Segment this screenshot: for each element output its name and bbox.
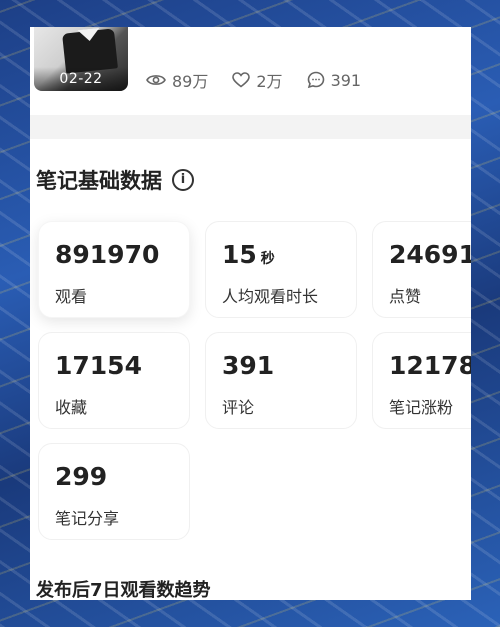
note-summary[interactable]: 02-22 89万 2万 391 [30,27,471,115]
metric-value: 299 [55,462,108,491]
metric-label: 笔记分享 [55,509,120,528]
metric-label: 收藏 [55,398,88,417]
metric-value: 891970 [55,240,160,269]
metric-value: 17154 [55,351,142,380]
note-date: 02-22 [34,67,128,91]
metric-tile-likes[interactable]: 24691 点赞 [372,221,471,318]
trend-section-title: 发布后7日观看数趋势 [36,580,211,600]
metric-tile-shares[interactable]: 299 笔记分享 [38,443,190,540]
metric-label: 点赞 [389,287,422,306]
info-circle-icon[interactable]: i [172,169,194,191]
section-divider [30,115,471,139]
metric-tile-new-followers[interactable]: 12178 笔记涨粉 [372,332,471,429]
views-stat: 89万 [146,68,208,92]
comments-count: 391 [330,70,362,90]
metric-tile-avg-watch-time[interactable]: 15 秒 人均观看时长 [205,221,357,318]
metric-tile-views[interactable]: 891970 观看 [38,221,190,318]
metric-value: 12178 [389,351,471,380]
section-title: 笔记基础数据 i [36,165,194,195]
note-data-card: 02-22 89万 2万 391 笔记基础数据 i 891970 观看 15 秒… [30,27,471,600]
note-thumbnail[interactable]: 02-22 [34,27,128,91]
likes-count: 2万 [256,72,283,91]
metric-unit: 秒 [260,251,275,267]
metric-value: 391 [222,351,275,380]
comments-stat: 391 [307,70,362,90]
metric-label: 笔记涨粉 [389,398,454,417]
metric-tile-favorites[interactable]: 17154 收藏 [38,332,190,429]
metric-value: 15 秒 [222,240,275,269]
metric-label: 评论 [222,398,255,417]
section-title-text: 笔记基础数据 [36,169,162,193]
metric-value: 24691 [389,240,471,269]
metric-tile-comments[interactable]: 391 评论 [205,332,357,429]
metric-label: 观看 [55,287,88,306]
views-count: 89万 [172,72,209,91]
note-stats: 89万 2万 391 [146,68,385,92]
metric-label: 人均观看时长 [222,287,319,306]
eye-icon [146,75,166,85]
likes-stat: 2万 [232,68,283,92]
comment-icon [307,71,324,89]
heart-icon [232,72,251,88]
